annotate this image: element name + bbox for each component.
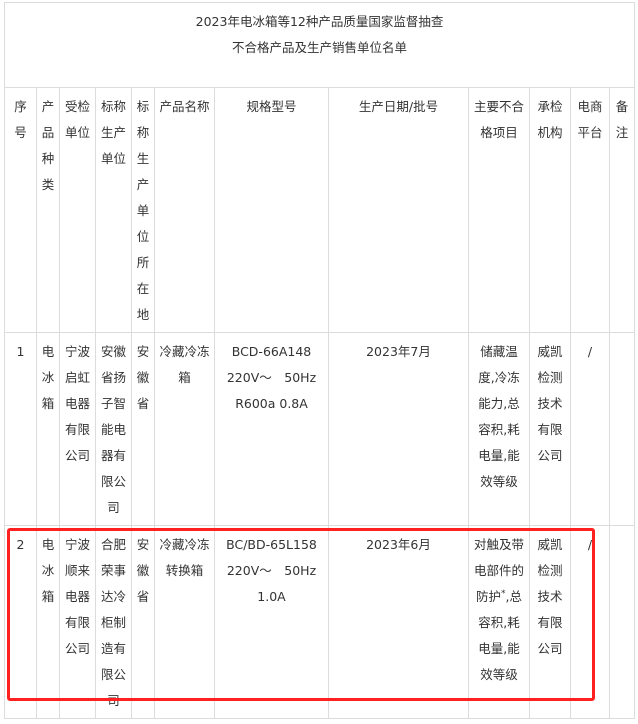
- table-row: 2 电冰箱 宁波顺来电器有限公司 合肥荣事达冷柜制造有限公司 安徽省 冷藏冷冻转…: [4, 525, 636, 719]
- header-row: 序号 产品种类 受检单位 标称生产单位 标称生产单位所在地 产品名称 规格型号 …: [4, 87, 636, 333]
- col-header-producer-location: 标称生产单位所在地: [131, 87, 155, 333]
- spec-line: 1.0A: [257, 589, 286, 604]
- col-header-category: 产品种类: [36, 87, 60, 333]
- spec-line: BC/BD-65L158: [226, 537, 317, 552]
- table-title-line2: 不合格产品及生产销售单位名单: [232, 40, 408, 55]
- spec-line: 220V～ 50Hz: [226, 563, 317, 578]
- cell-producer-location: 安徽省: [131, 332, 155, 526]
- col-header-defects: 主要不合格项目: [468, 87, 530, 333]
- cell-remark: [608, 332, 636, 526]
- col-header-producer: 标称生产单位: [95, 87, 132, 333]
- table-row: 1 电冰箱 宁波启虹电器有限公司 安徽省扬子智能电器有限公司 安徽省 冷藏冷冻箱…: [4, 332, 636, 526]
- cell-remark: [608, 525, 636, 719]
- col-header-product-name: 产品名称: [154, 87, 215, 333]
- cell-lab: 威凯检测技术有限公司: [529, 332, 571, 526]
- cell-category: 电冰箱: [36, 332, 60, 526]
- table-title: 2023年电冰箱等12种产品质量国家监督抽查 不合格产品及生产销售单位名单: [3, 2, 636, 88]
- cell-date-batch: 2023年7月: [328, 332, 469, 526]
- cell-defects: 储藏温度,冷冻能力,总容积,耗电量,能效等级: [468, 332, 530, 526]
- cell-ecommerce: /: [570, 332, 610, 526]
- cell-spec: BC/BD-65L158 220V～ 50Hz 1.0A: [214, 525, 329, 719]
- spec-line: BCD-66A148: [231, 344, 312, 359]
- cell-spec: BCD-66A148 220V～ 50Hz R600a 0.8A: [214, 332, 329, 526]
- cell-producer-location: 安徽省: [131, 525, 155, 719]
- cell-lab: 威凯检测技术有限公司: [529, 525, 571, 719]
- cell-defects: 对触及带电部件的防护*,总容积,耗电量,能效等级: [468, 525, 530, 719]
- table-title-line1: 2023年电冰箱等12种产品质量国家监督抽查: [195, 14, 444, 29]
- col-header-inspected-unit: 受检单位: [59, 87, 96, 333]
- spec-line: R600a 0.8A: [235, 396, 308, 411]
- cell-no: 1: [4, 332, 37, 526]
- col-header-remark: 备注: [608, 87, 636, 333]
- nonconforming-products-table: 2023年电冰箱等12种产品质量国家监督抽查 不合格产品及生产销售单位名单 序号…: [3, 2, 636, 719]
- cell-inspected-unit: 宁波顺来电器有限公司: [59, 525, 96, 719]
- cell-no: 2: [4, 525, 37, 719]
- col-header-lab: 承检机构: [529, 87, 571, 333]
- cell-product-name: 冷藏冷冻箱: [154, 332, 215, 526]
- cell-inspected-unit: 宁波启虹电器有限公司: [59, 332, 96, 526]
- col-header-date-batch: 生产日期/批号: [328, 87, 469, 333]
- cell-product-name: 冷藏冷冻转换箱: [154, 525, 215, 719]
- cell-category: 电冰箱: [36, 525, 60, 719]
- cell-producer: 安徽省扬子智能电器有限公司: [95, 332, 132, 526]
- cell-date-batch: 2023年6月: [328, 525, 469, 719]
- cell-producer: 合肥荣事达冷柜制造有限公司: [95, 525, 132, 719]
- cell-ecommerce: /: [570, 525, 610, 719]
- col-header-ecommerce: 电商平台: [570, 87, 610, 333]
- spec-line: 220V～ 50Hz: [226, 370, 317, 385]
- col-header-spec: 规格型号: [214, 87, 329, 333]
- col-header-no: 序号: [4, 87, 37, 333]
